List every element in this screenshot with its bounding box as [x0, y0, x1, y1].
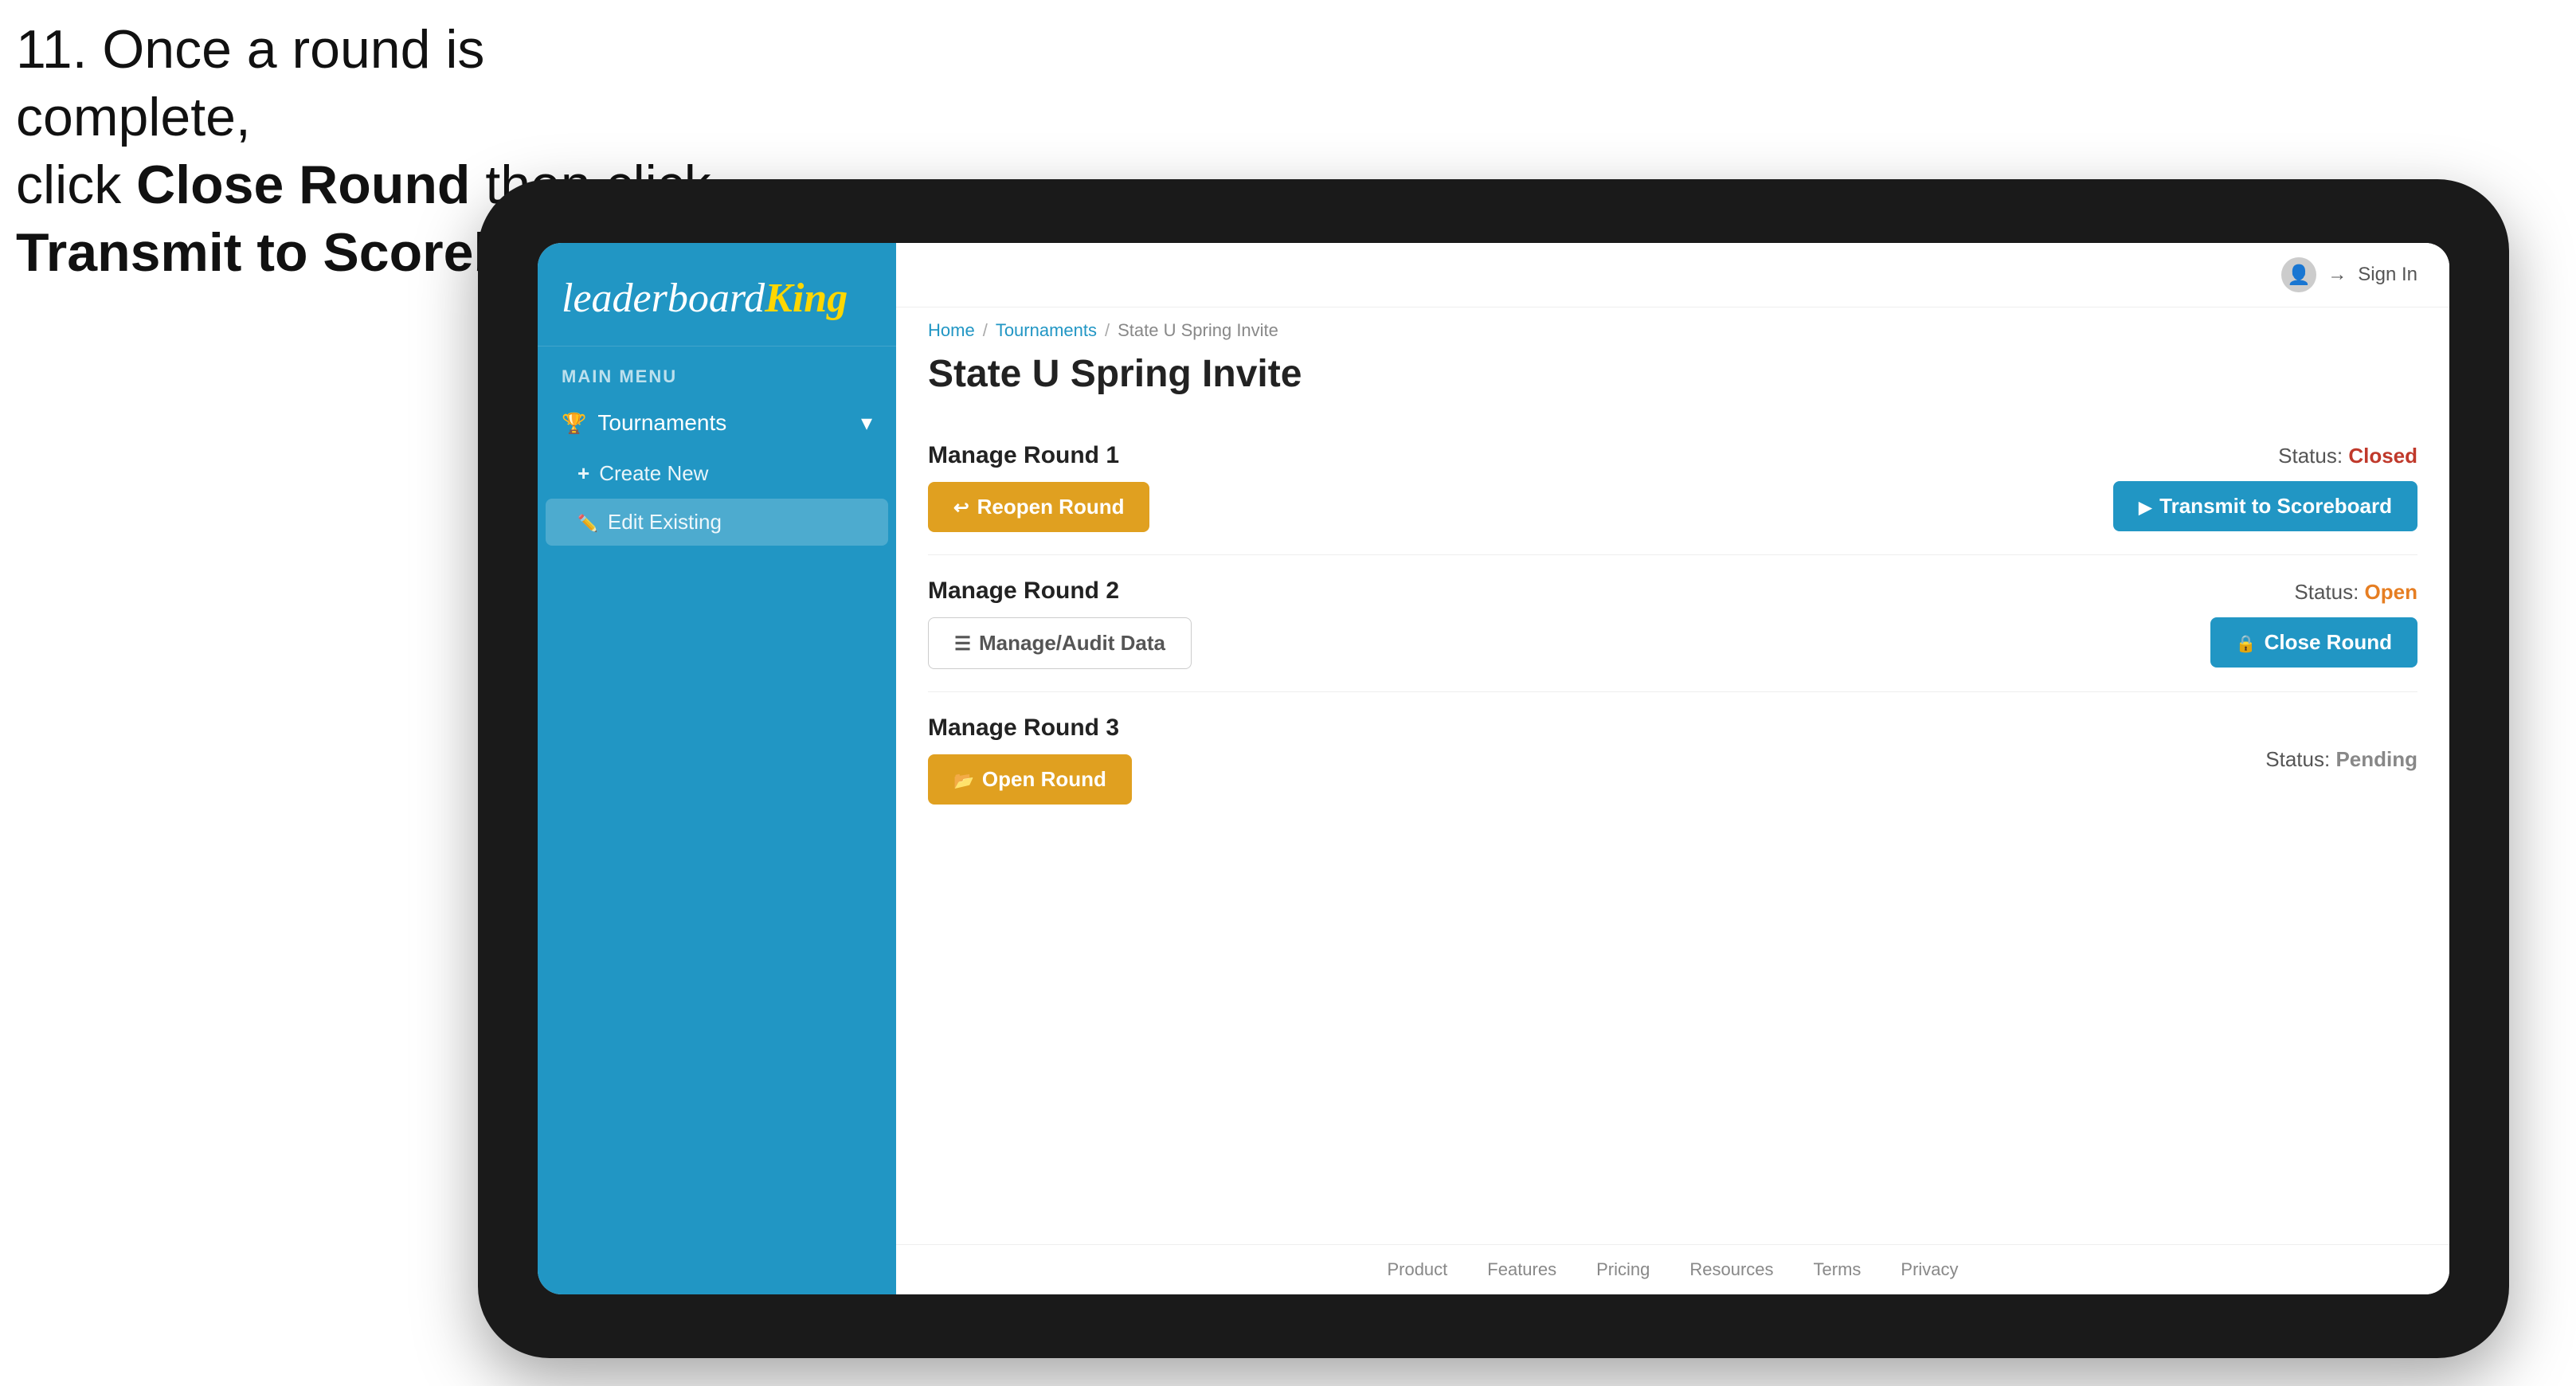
footer-product[interactable]: Product	[1387, 1259, 1447, 1280]
logo-text-leaderboard: leaderboard	[562, 276, 765, 321]
sign-in-area[interactable]: Sign In	[2281, 257, 2417, 292]
transmit-label: Transmit to Scoreboard	[2159, 494, 2392, 519]
footer-features[interactable]: Features	[1487, 1259, 1556, 1280]
round-1-status-value: Closed	[2348, 444, 2417, 468]
tournaments-nav-label: Tournaments	[597, 410, 726, 436]
round-3-left: Manage Round 3 Open Round	[928, 715, 1132, 805]
round-3-row: Manage Round 3 Open Round Status: Pendin…	[928, 692, 2417, 827]
tablet-screen: leaderboardKing MAIN MENU Tournaments Cr…	[538, 243, 2449, 1294]
user-icon	[2287, 264, 2311, 287]
transmit-icon	[2139, 494, 2151, 519]
breadcrumb-sep2: /	[1105, 320, 1110, 341]
sign-in-label[interactable]: Sign In	[2358, 264, 2417, 286]
trophy-icon	[562, 410, 586, 436]
close-icon	[2236, 630, 2257, 655]
plus-icon	[577, 461, 589, 486]
app-layout: leaderboardKing MAIN MENU Tournaments Cr…	[538, 243, 2449, 1294]
audit-icon	[954, 631, 971, 656]
sidebar-logo: leaderboardKing	[538, 243, 896, 346]
manage-audit-button[interactable]: Manage/Audit Data	[928, 617, 1192, 669]
breadcrumb-sep1: /	[983, 320, 988, 341]
round-3-btn-row: Open Round	[928, 754, 1132, 805]
breadcrumb: Home / Tournaments / State U Spring Invi…	[896, 307, 2449, 344]
rounds-container: Manage Round 1 Reopen Round Status: Clos…	[896, 420, 2449, 1244]
logo: leaderboardKing	[562, 275, 872, 322]
signin-arrow-icon	[2327, 264, 2347, 286]
round-2-title: Manage Round 2	[928, 578, 1192, 605]
reopen-round-button[interactable]: Reopen Round	[928, 482, 1149, 532]
round-1-btn-row: Reopen Round	[928, 482, 1149, 532]
round-2-left: Manage Round 2 Manage/Audit Data	[928, 578, 1192, 669]
instruction-bold1: Close Round	[136, 155, 470, 215]
footer-pricing[interactable]: Pricing	[1596, 1259, 1650, 1280]
footer-privacy[interactable]: Privacy	[1901, 1259, 1958, 1280]
avatar	[2281, 257, 2316, 292]
sidebar: leaderboardKing MAIN MENU Tournaments Cr…	[538, 243, 896, 1294]
round-2-row: Manage Round 2 Manage/Audit Data Status:…	[928, 555, 2417, 692]
open-round-label: Open Round	[982, 767, 1106, 792]
round-3-right: Status: Pending	[2265, 747, 2417, 772]
round-1-row: Manage Round 1 Reopen Round Status: Clos…	[928, 420, 2417, 555]
breadcrumb-home[interactable]: Home	[928, 320, 975, 341]
chevron-down-icon	[861, 409, 872, 436]
round-1-left: Manage Round 1 Reopen Round	[928, 442, 1149, 532]
round-1-right: Status: Closed Transmit to Scoreboard	[2113, 444, 2417, 531]
round-3-status-value: Pending	[2335, 747, 2417, 771]
breadcrumb-current: State U Spring Invite	[1118, 320, 1278, 341]
close-round-label: Close Round	[2265, 630, 2392, 655]
round-2-right: Status: Open Close Round	[2210, 580, 2417, 668]
sidebar-edit-existing[interactable]: Edit Existing	[546, 499, 888, 546]
round-2-btn-row: Manage/Audit Data	[928, 617, 1192, 669]
edit-icon	[577, 510, 598, 534]
close-round-button[interactable]: Close Round	[2210, 617, 2417, 668]
page-title: State U Spring Invite	[896, 344, 2449, 420]
round-2-status: Status: Open	[2294, 580, 2417, 605]
footer-resources[interactable]: Resources	[1689, 1259, 1773, 1280]
main-content: Sign In Home / Tournaments / State U Spr…	[896, 243, 2449, 1294]
sidebar-create-new[interactable]: Create New	[538, 450, 896, 497]
tablet-shell: leaderboardKing MAIN MENU Tournaments Cr…	[478, 179, 2509, 1358]
round-3-status: Status: Pending	[2265, 747, 2417, 772]
reopen-round-label: Reopen Round	[977, 495, 1125, 519]
instruction-line1: 11. Once a round is complete,	[16, 19, 484, 147]
instruction-line2: click	[16, 155, 136, 215]
create-new-label: Create New	[599, 461, 708, 486]
app-footer: Product Features Pricing Resources Terms…	[896, 1244, 2449, 1294]
sidebar-tournaments-nav[interactable]: Tournaments	[538, 395, 896, 450]
edit-existing-label: Edit Existing	[608, 510, 722, 534]
transmit-to-scoreboard-button[interactable]: Transmit to Scoreboard	[2113, 481, 2417, 531]
open-icon	[953, 767, 974, 792]
sidebar-menu-label: MAIN MENU	[538, 346, 896, 395]
breadcrumb-tournaments[interactable]: Tournaments	[996, 320, 1097, 341]
round-1-title: Manage Round 1	[928, 442, 1149, 469]
open-round-button[interactable]: Open Round	[928, 754, 1132, 805]
manage-audit-label: Manage/Audit Data	[979, 631, 1165, 656]
reopen-icon	[953, 495, 969, 519]
round-3-title: Manage Round 3	[928, 715, 1132, 742]
topbar: Sign In	[896, 243, 2449, 307]
logo-king: King	[765, 276, 848, 321]
footer-terms[interactable]: Terms	[1814, 1259, 1862, 1280]
round-1-status: Status: Closed	[2278, 444, 2417, 468]
round-2-status-value: Open	[2365, 580, 2417, 604]
